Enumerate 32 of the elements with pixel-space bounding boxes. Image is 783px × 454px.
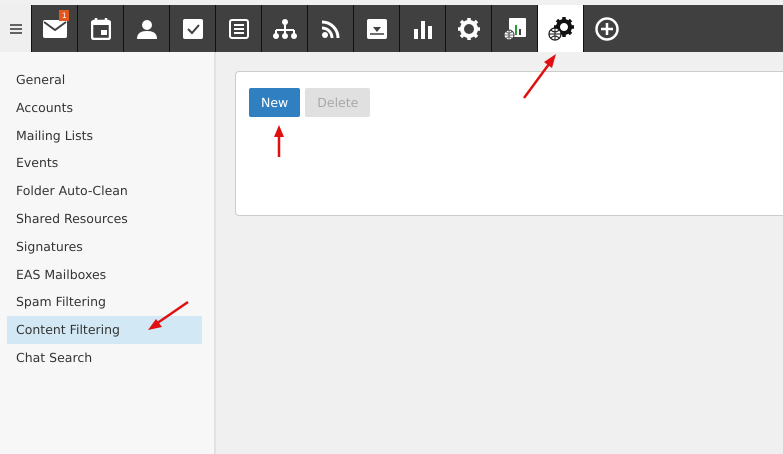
person-icon: [136, 18, 156, 38]
sidebar-item[interactable]: Accounts: [7, 94, 202, 122]
gear-globe-icon: [548, 16, 574, 40]
envelope-icon: [42, 20, 66, 38]
sidebar-item[interactable]: Signatures: [7, 232, 202, 261]
sidebar-item[interactable]: Events: [7, 149, 202, 178]
rss-icon: [322, 20, 340, 38]
unread-badge: 1: [59, 10, 70, 21]
menu-button[interactable]: [0, 5, 31, 52]
new-button[interactable]: New: [249, 88, 300, 117]
annotation-arrow: [273, 124, 285, 158]
chart-globe-icon: [502, 16, 526, 40]
sidebar-item[interactable]: Shared Resources: [7, 204, 202, 233]
sidebar-item[interactable]: EAS Mailboxes: [7, 260, 202, 288]
settings-icon: [458, 18, 480, 40]
bar-chart-icon: [412, 18, 432, 38]
sidebar-item[interactable]: General: [7, 66, 202, 94]
sidebar-item[interactable]: Spam Filtering: [7, 288, 202, 316]
download-box-icon: [366, 18, 386, 38]
menu-icon: [10, 24, 22, 34]
checkbox-icon: [182, 18, 202, 38]
calendar-icon: [90, 18, 110, 40]
sidebar-item[interactable]: Content Filtering: [7, 316, 202, 344]
add-icon: [594, 16, 618, 40]
hierarchy-icon: [272, 18, 296, 38]
notes-icon: [228, 18, 248, 38]
annotation-arrow: [522, 52, 558, 100]
sidebar-item[interactable]: Chat Search: [7, 344, 202, 372]
sidebar-item[interactable]: Mailing Lists: [7, 122, 202, 150]
sidebar-item[interactable]: Folder Auto-Clean: [7, 177, 202, 205]
annotation-arrow: [146, 300, 190, 332]
toolbar-tab[interactable]: [537, 5, 583, 52]
